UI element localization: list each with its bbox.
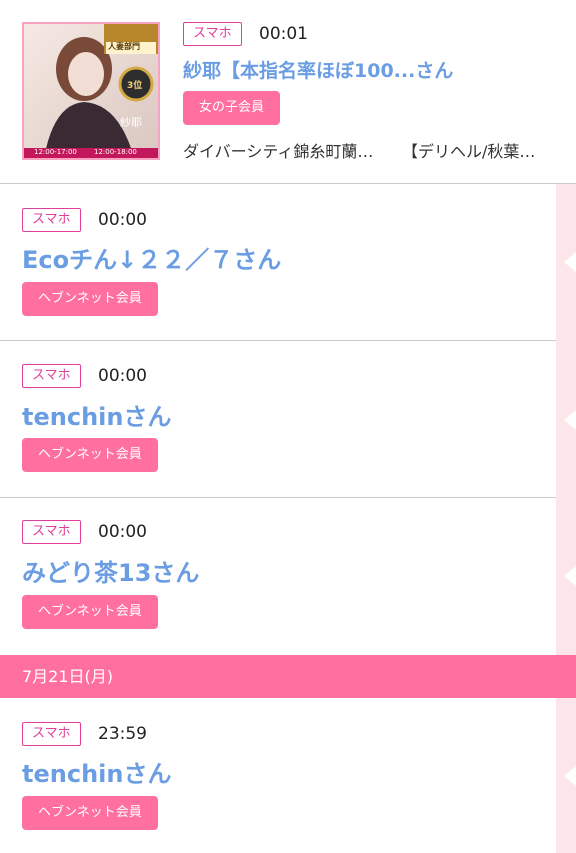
post-time: 00:00 (98, 366, 147, 386)
device-tag: スマホ (22, 520, 81, 544)
member-badge: ヘブンネット会員 (22, 438, 158, 472)
user-name-link[interactable]: Ecoチん↓２２／７さん (22, 240, 281, 275)
date-header: 7月21日(月) (0, 655, 576, 698)
list-item[interactable]: スマホ 00:00 tenchinさん ヘブンネット会員 (0, 341, 556, 498)
rail-notch-icon (564, 566, 576, 586)
post-time: 23:59 (98, 724, 147, 744)
user-name-link[interactable]: 紗耶【本指名率ほぼ100...さん (183, 56, 453, 83)
rail-notch-icon (564, 766, 576, 786)
device-tag: スマホ (22, 208, 81, 232)
post-time: 00:00 (98, 210, 147, 230)
member-badge: ヘブンネット会員 (22, 796, 158, 830)
rail-notch-icon (564, 252, 576, 272)
post-time: 00:00 (98, 522, 147, 542)
user-name-link[interactable]: tenchinさん (22, 754, 171, 789)
member-badge: 女の子会員 (183, 91, 281, 125)
device-tag: スマホ (22, 722, 81, 746)
device-tag: スマホ (183, 22, 242, 46)
ribbon-label: 人妻部門 (108, 42, 140, 51)
list-item[interactable]: スマホ 00:00 Ecoチん↓２２／７さん ヘブンネット会員 (0, 184, 556, 341)
user-name-link[interactable]: tenchinさん (22, 397, 171, 432)
list-item[interactable]: スマホ 00:00 みどり茶13さん ヘブンネット会員 (0, 498, 556, 655)
device-tag: スマホ (22, 364, 81, 388)
list-item[interactable]: 人妻部門 3位 紗耶 12:00-17:00 12:00-18:00 スマホ 0… (0, 0, 576, 184)
member-badge: ヘブンネット会員 (22, 595, 158, 629)
user-name-link[interactable]: みどり茶13さん (22, 553, 199, 588)
shop-category-text[interactable]: 【デリヘル/秋葉… (402, 138, 535, 162)
hours-right-label: 12:00-18:00 (94, 148, 137, 156)
member-badge: ヘブンネット会員 (22, 282, 158, 316)
shop-name-text[interactable]: ダイバーシティ錦糸町蘭… (183, 138, 373, 162)
rail-notch-icon (564, 410, 576, 430)
caption-label: 紗耶 (120, 116, 142, 129)
hours-left-label: 12:00-17:00 (34, 148, 77, 156)
list-item[interactable]: スマホ 23:59 tenchinさん ヘブンネット会員 (0, 698, 556, 853)
rank-label: 3位 (127, 81, 143, 91)
post-time: 00:01 (259, 24, 308, 44)
profile-thumbnail[interactable]: 人妻部門 3位 紗耶 12:00-17:00 12:00-18:00 (22, 22, 160, 160)
